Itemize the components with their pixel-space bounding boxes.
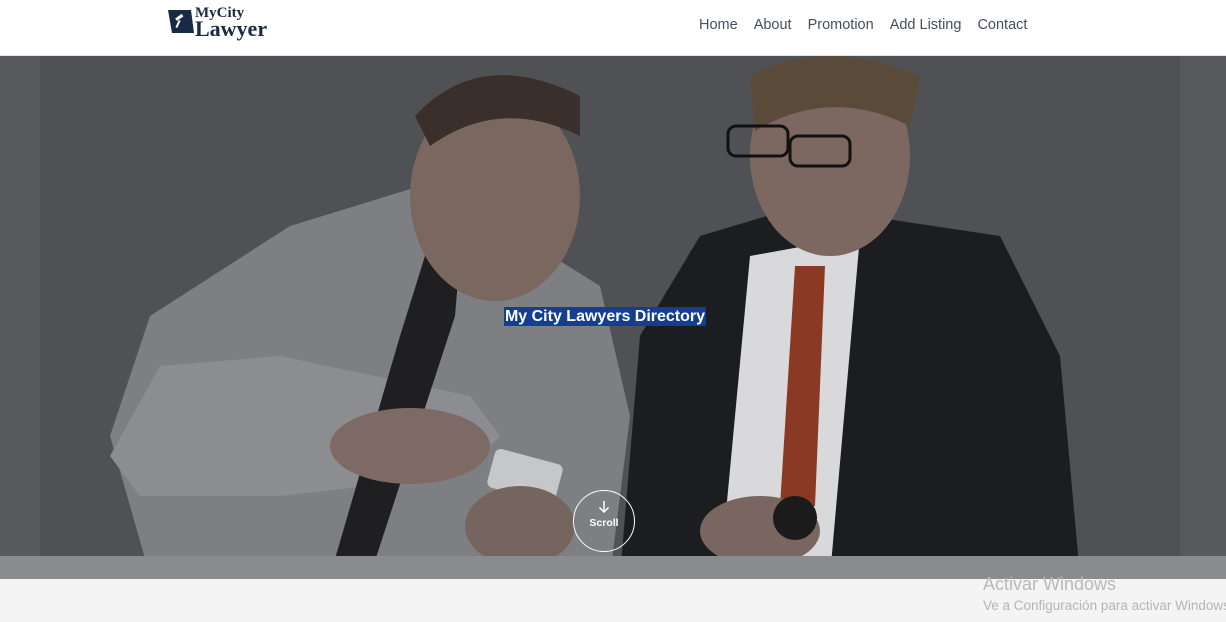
scroll-label: Scroll xyxy=(589,517,619,529)
arrow-down-icon xyxy=(598,501,610,514)
nav-about[interactable]: About xyxy=(754,16,792,34)
nav-contact[interactable]: Contact xyxy=(977,16,1027,34)
hero-section: My City Lawyers Directory Scroll xyxy=(0,56,1226,579)
main-nav: Home About Promotion Add Listing Contact xyxy=(699,16,1043,34)
site-logo[interactable]: MyCity Lawyer xyxy=(167,5,282,41)
hero-title-wrap: My City Lawyers Directory xyxy=(0,307,1210,327)
windows-activation-title: Activar Windows xyxy=(983,574,1117,594)
nav-promotion[interactable]: Promotion xyxy=(808,16,874,34)
site-header: MyCity Lawyer Home About Promotion Add L… xyxy=(0,0,1226,56)
nav-add-listing[interactable]: Add Listing xyxy=(890,16,962,34)
windows-activation-subtitle: Ve a Configuración para activar Windows. xyxy=(983,598,1226,613)
scroll-button[interactable]: Scroll xyxy=(573,490,635,552)
nav-home[interactable]: Home xyxy=(699,16,738,34)
logo-text-bottom: Lawyer xyxy=(195,16,268,41)
hero-title: My City Lawyers Directory xyxy=(503,307,707,326)
gavel-logo-icon xyxy=(168,10,194,33)
